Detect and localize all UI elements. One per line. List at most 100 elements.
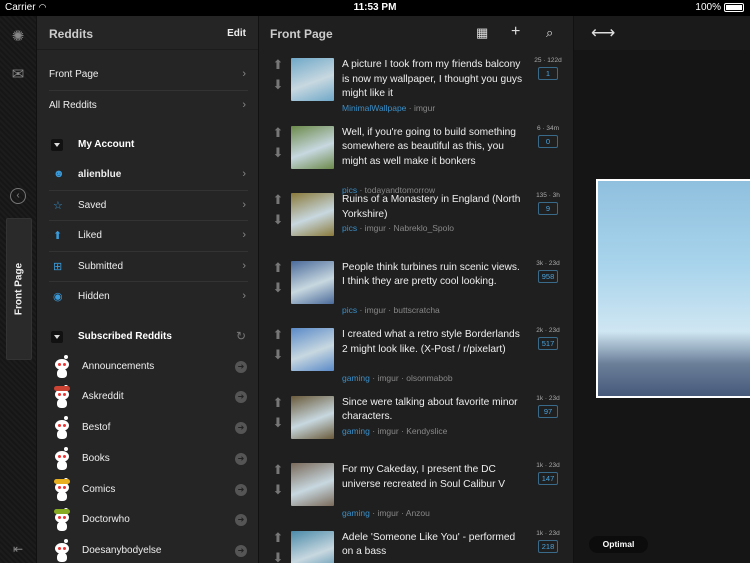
go-arrow-icon[interactable]: ➜ [235,391,247,404]
upvote-icon[interactable]: ⬆ [271,395,285,410]
post-row[interactable]: ⬆ ⬇ Since were talking about favorite mino… [259,388,573,456]
account-item-submitted[interactable]: ⊞ Submitted › [37,252,258,283]
subreddit-item[interactable]: Askreddit ➜ [37,382,258,413]
post-title[interactable]: For my Cakeday, I present the DC univers… [342,463,525,492]
search-icon[interactable]: ⌕ [546,25,553,41]
downvote-icon[interactable]: ⬇ [271,348,285,362]
front-page-tab[interactable]: Front Page [6,218,32,360]
downvote-icon[interactable]: ⬇ [271,145,285,160]
post-thumbnail[interactable] [291,530,334,563]
collapse-icon[interactable]: ⇤ [9,540,27,558]
detail-pane: ⟷ Optimal [574,16,750,563]
go-arrow-icon[interactable]: ➜ [235,422,247,435]
account-item-alienblue[interactable]: ☻ alienblue › [37,160,258,191]
post-row[interactable]: ⬆ ⬇ For my Cakeday, I present the DC unive… [259,455,573,523]
post-thumbnail[interactable] [291,193,334,236]
subscribed-section[interactable]: Subscribed Reddits ↻ [37,322,258,352]
upvote-icon[interactable]: ⬆ [271,125,285,140]
comment-count-badge[interactable]: 147 [538,472,558,485]
disclosure-icon [51,330,63,343]
preview-image[interactable] [596,179,750,398]
subreddit-item[interactable]: Comics ➜ [37,475,258,506]
subreddit-item[interactable]: Bestof ➜ [37,413,258,444]
go-arrow-icon[interactable]: ➜ [235,360,247,373]
post-title[interactable]: Ruins of a Monastery in England (North Y… [342,193,525,222]
reddits-title: Reddits [49,27,94,41]
comment-count-badge[interactable]: 218 [538,539,558,553]
post-row[interactable]: ⬆ ⬇ Well, if you're going to build somethi… [259,118,573,195]
submit-icon: ⊞ [53,260,63,273]
reddit-alien-icon [51,539,73,563]
post-thumbnail[interactable] [291,125,334,169]
post-thumbnail[interactable] [291,463,334,506]
comment-count-badge[interactable]: 1 [538,67,558,80]
post-thumbnail[interactable] [291,260,334,304]
expand-arrows-icon[interactable]: ⟷ [591,23,615,43]
post-row[interactable]: ⬆ ⬇ A picture I took from my friends balco… [259,50,573,118]
post-title[interactable]: Since were talking about favorite minor … [342,396,525,425]
refresh-icon[interactable]: ↻ [236,329,246,343]
reddit-alien-icon [51,508,73,532]
downvote-icon[interactable]: ⬇ [271,550,285,563]
comment-count-badge[interactable]: 9 [538,202,558,215]
upvote-icon[interactable]: ⬆ [271,260,285,275]
subreddit-item[interactable]: Books ➜ [37,444,258,475]
back-icon[interactable]: ‹ [10,188,26,204]
subreddit-item[interactable]: Doctorwho ➜ [37,505,258,536]
upvote-icon[interactable]: ⬆ [271,58,285,72]
grid-icon[interactable]: ▦ [476,25,488,41]
downvote-icon[interactable]: ⬇ [271,483,285,497]
account-item-saved[interactable]: ☆ Saved › [37,191,258,222]
comment-count-badge[interactable]: 0 [538,134,558,148]
post-title[interactable]: I created what a retro style Borderlands… [342,328,525,357]
mail-icon[interactable]: ✉ [9,66,27,84]
nav-front-page[interactable]: Front Page › [37,60,258,91]
upvote-icon[interactable]: ⬆ [271,530,285,545]
edit-button[interactable]: Edit [227,28,246,39]
post-row[interactable]: ⬆ ⬇ People think turbines ruin scenic view… [259,253,573,321]
post-title[interactable]: Adele 'Someone Like You' - performed on … [342,531,525,560]
post-stats: 135 · 3h 9 [536,192,560,215]
post-row[interactable]: ⬆ ⬇ I created what a retro style Borderlan… [259,320,573,388]
account-item-liked[interactable]: ⬆ Liked › [37,221,258,252]
post-subreddit[interactable]: pics [342,223,357,233]
post-subreddit[interactable]: gaming [342,373,370,383]
comment-count-badge[interactable]: 958 [538,269,558,283]
post-title[interactable]: A picture I took from my friends balcony… [342,58,525,102]
go-arrow-icon[interactable]: ➜ [235,514,247,527]
downvote-icon[interactable]: ⬇ [271,280,285,295]
post-subreddit[interactable]: pics [342,305,357,315]
downvote-icon[interactable]: ⬇ [271,213,285,227]
subreddit-item[interactable]: Announcements ➜ [37,352,258,383]
subreddit-item[interactable]: Doesanybodyelse ➜ [37,536,258,563]
post-subreddit[interactable]: gaming [342,508,370,518]
upvote-icon[interactable]: ⬆ [271,328,285,342]
post-thumbnail[interactable] [291,328,334,371]
optimal-button[interactable]: Optimal [589,536,648,553]
chevron-right-icon: › [242,198,246,211]
downvote-icon[interactable]: ⬇ [271,78,285,92]
post-row[interactable]: ⬆ ⬇ Ruins of a Monastery in England (North… [259,185,573,253]
post-subreddit[interactable]: gaming [342,426,370,436]
upvote-icon[interactable]: ⬆ [271,193,285,207]
alien-logo-icon[interactable]: ✺ [9,28,27,46]
go-arrow-icon[interactable]: ➜ [235,483,247,496]
post-thumbnail[interactable] [291,58,334,101]
comment-count-badge[interactable]: 517 [538,337,558,350]
chevron-right-icon: › [242,229,246,241]
alien-icon: ☻ [53,168,65,180]
post-row[interactable]: ⬆ ⬇ Adele 'Someone Like You' - performed o… [259,523,573,563]
post-subreddit[interactable]: MinimalWallpape [342,103,406,113]
post-title[interactable]: People think turbines ruin scenic views.… [342,261,525,290]
comment-count-badge[interactable]: 97 [538,404,558,418]
post-thumbnail[interactable] [291,395,334,439]
my-account-section[interactable]: My Account [37,130,258,160]
post-title[interactable]: Well, if you're going to build something… [342,126,525,170]
go-arrow-icon[interactable]: ➜ [235,545,247,558]
upvote-icon[interactable]: ⬆ [271,463,285,477]
plus-icon[interactable]: + [511,23,520,41]
go-arrow-icon[interactable]: ➜ [235,452,247,465]
account-item-hidden[interactable]: ◉ Hidden › [37,282,258,313]
nav-all-reddits[interactable]: All Reddits › [37,91,258,122]
downvote-icon[interactable]: ⬇ [271,415,285,430]
